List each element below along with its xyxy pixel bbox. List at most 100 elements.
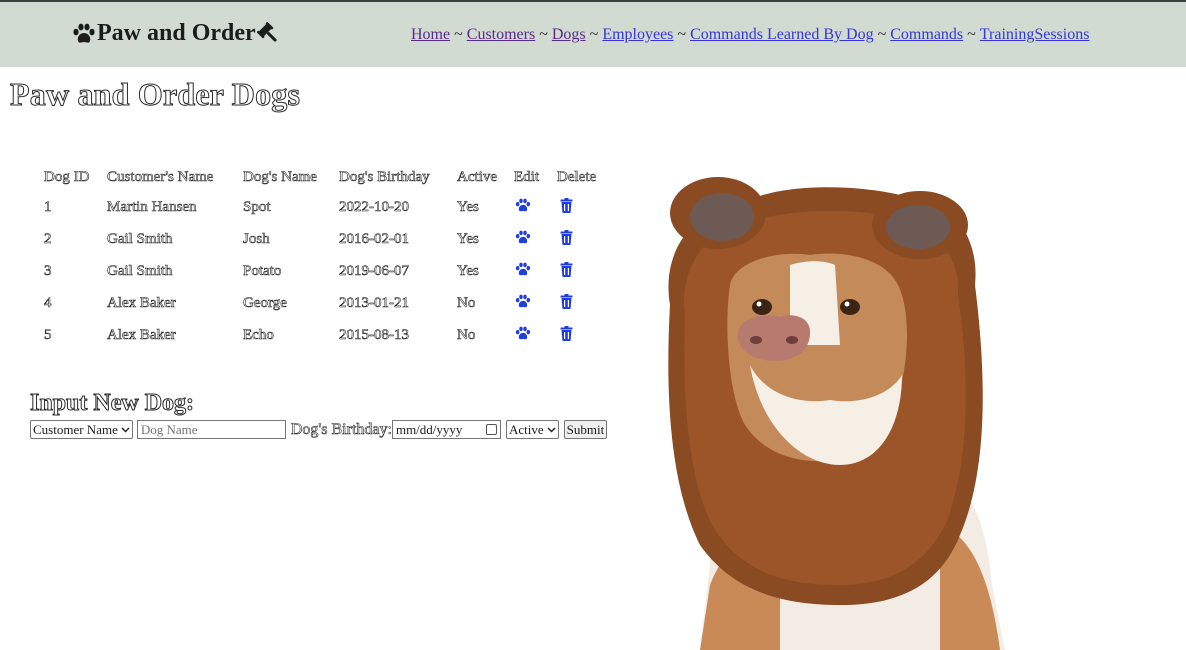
trash-icon: [560, 229, 572, 245]
cell-edit: [510, 223, 553, 255]
delete-button[interactable]: [557, 228, 575, 246]
header-dog-birthday: Dog's Birthday: [339, 168, 430, 185]
nav-separator: ~: [677, 26, 687, 43]
table-row: 2 Gail Smith Josh 2016-02-01 Yes: [40, 223, 606, 255]
nav-separator: ~: [967, 26, 976, 43]
cell-dog-birthday: 2013-01-21: [339, 294, 410, 311]
gavel-icon: [256, 21, 277, 42]
nav-link-commands-learned[interactable]: Commands Learned By Dog: [690, 26, 874, 43]
header-dog-name: Dog's Name: [243, 168, 318, 185]
cell-dog-name: Potato: [243, 262, 282, 279]
header-delete: Delete: [557, 168, 597, 185]
cell-dog-name: Josh: [243, 230, 270, 247]
page: Paw and Order Home ~ Customers ~ Dogs ~ Employ…: [0, 0, 1186, 650]
table-row: 5 Alex Baker Echo 2015-08-13 No: [40, 319, 606, 351]
cell-edit: [510, 191, 553, 223]
form-heading: Input New Dog:: [29, 390, 195, 417]
cell-dog-birthday: 2019-06-07: [339, 262, 410, 279]
brand-logo[interactable]: Paw and Order: [72, 20, 281, 47]
dog-name-input[interactable]: [136, 420, 286, 439]
cell-edit: [510, 287, 553, 319]
edit-button[interactable]: [514, 228, 532, 246]
nav-link-commands[interactable]: Commands: [890, 26, 963, 43]
cell-dog-birthday: 2015-08-13: [339, 326, 410, 343]
cell-active: Yes: [457, 198, 479, 215]
main-nav: Home ~ Customers ~ Dogs ~ Employees ~ Commands L…: [411, 26, 1089, 44]
nav-separator: ~: [539, 26, 548, 43]
dog-in-bear-hat-image: [668, 177, 1005, 650]
cell-customer-name: Gail Smith: [107, 230, 173, 247]
header-edit: Edit: [514, 168, 540, 185]
table-body: 1 Martin Hansen Spot 2022-10-20 Yes 2 Gail Smi…: [40, 191, 606, 351]
nav-separator: ~: [877, 26, 887, 43]
chevron-down-icon: [121, 427, 130, 432]
trash-icon: [560, 325, 572, 341]
active-select[interactable]: Active: [505, 420, 559, 439]
cell-edit: [510, 319, 553, 351]
cell-delete: [553, 191, 606, 223]
paw-icon: [73, 23, 95, 43]
nav-link-customers[interactable]: Customers: [467, 26, 535, 43]
cell-customer-name: Alex Baker: [107, 294, 176, 311]
cell-customer-name: Martin Hansen: [107, 198, 197, 215]
nav-link-training-sessions[interactable]: TrainingSessions: [980, 26, 1090, 43]
table-row: 1 Martin Hansen Spot 2022-10-20 Yes: [40, 191, 606, 223]
trash-icon: [560, 197, 572, 213]
customer-name-select[interactable]: Customer Name: [30, 420, 133, 439]
active-select-value: Active: [508, 421, 544, 437]
paw-icon: [515, 326, 531, 340]
edit-button[interactable]: [514, 260, 532, 278]
cell-active: No: [457, 294, 476, 311]
new-dog-form: Customer Name Dog's Birthday: mm/dd/yyyy…: [30, 420, 608, 439]
paw-icon: [515, 198, 531, 212]
submit-button[interactable]: Submit: [563, 420, 608, 439]
cell-dog-name: Spot: [243, 198, 271, 215]
calendar-icon[interactable]: [485, 424, 497, 435]
cell-dog-name: Echo: [243, 326, 274, 343]
delete-button[interactable]: [557, 196, 575, 214]
nav-link-home[interactable]: Home: [411, 26, 450, 43]
table-row: 4 Alex Baker George 2013-01-21 No: [40, 287, 606, 319]
cell-active: Yes: [457, 262, 479, 279]
page-title: Paw and Order Dogs: [9, 76, 301, 113]
date-placeholder: mm/dd/yyyy: [395, 421, 463, 437]
cell-delete: [553, 255, 606, 287]
paw-icon: [515, 230, 531, 244]
dogs-table: Dog ID Customer's Name Dog's Name Dog's …: [40, 163, 606, 351]
edit-button[interactable]: [514, 196, 532, 214]
delete-button[interactable]: [557, 324, 575, 342]
cell-dog-id: 5: [44, 326, 52, 343]
cell-delete: [553, 319, 606, 351]
header-active: Active: [457, 168, 498, 185]
cell-dog-name: George: [243, 294, 287, 311]
cell-dog-id: 3: [44, 262, 52, 279]
trash-icon: [560, 261, 572, 277]
dog-birthday-date-input[interactable]: mm/dd/yyyy: [391, 420, 501, 439]
delete-button[interactable]: [557, 260, 575, 278]
nav-separator: ~: [589, 26, 599, 43]
cell-delete: [553, 223, 606, 255]
cell-dog-id: 1: [44, 198, 52, 215]
customer-name-select-value: Customer Name: [33, 421, 118, 437]
table-row: 3 Gail Smith Potato 2019-06-07 Yes: [40, 255, 606, 287]
cell-dog-id: 4: [44, 294, 52, 311]
nav-link-dogs[interactable]: Dogs: [552, 26, 586, 43]
nav-link-employees[interactable]: Employees: [602, 26, 673, 43]
edit-button[interactable]: [514, 292, 532, 310]
table-header-row: Dog ID Customer's Name Dog's Name Dog's …: [40, 163, 606, 191]
cell-dog-id: 2: [44, 230, 52, 247]
cell-edit: [510, 255, 553, 287]
header-bar: Paw and Order Home ~ Customers ~ Dogs ~ Employ…: [0, 0, 1186, 67]
cell-dog-birthday: 2016-02-01: [339, 230, 410, 247]
cell-active: Yes: [457, 230, 479, 247]
header-dog-id: Dog ID: [44, 168, 90, 185]
cell-dog-birthday: 2022-10-20: [339, 198, 410, 215]
cell-delete: [553, 287, 606, 319]
delete-button[interactable]: [557, 292, 575, 310]
cell-customer-name: Alex Baker: [107, 326, 176, 343]
header-customer-name: Customer's Name: [107, 168, 214, 185]
trash-icon: [560, 293, 572, 309]
cell-active: No: [457, 326, 476, 343]
edit-button[interactable]: [514, 324, 532, 342]
chevron-down-icon: [547, 427, 556, 432]
